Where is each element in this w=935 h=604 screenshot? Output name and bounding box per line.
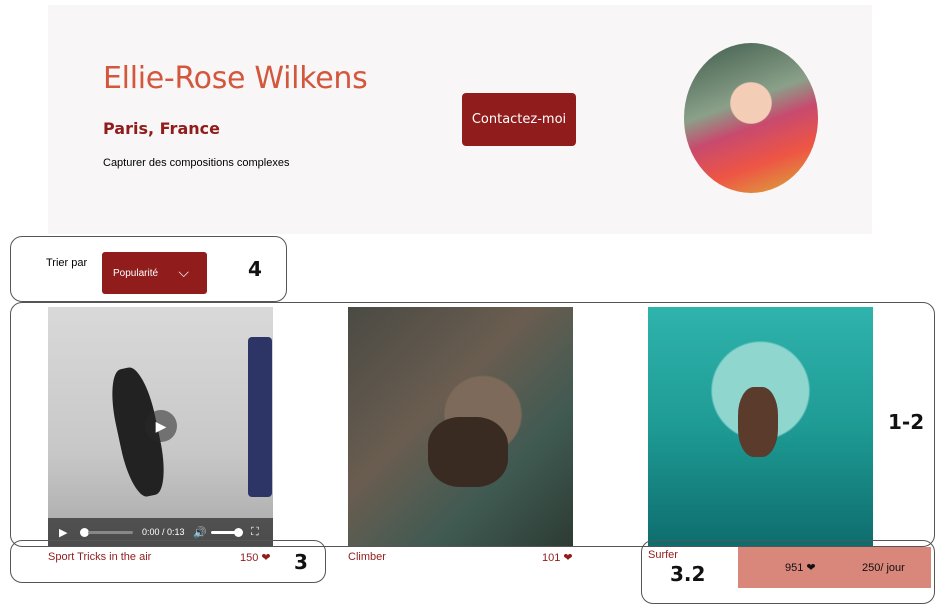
surfer-figure xyxy=(738,387,778,457)
likes-price-summary: 951 ❤ 250/ jour xyxy=(738,547,931,588)
annotation-label-caption: 3 xyxy=(294,550,308,574)
media-photo-climber[interactable] xyxy=(348,307,573,546)
photographer-location: Paris, France xyxy=(103,119,220,138)
volume-knob[interactable] xyxy=(234,527,243,537)
volume-icon[interactable]: 🔊 xyxy=(193,526,207,539)
contact-button[interactable]: Contactez-moi xyxy=(462,93,576,146)
mat xyxy=(248,337,272,497)
play-icon[interactable]: ▶ xyxy=(59,526,67,539)
play-icon[interactable]: ▶ xyxy=(145,410,177,442)
photographer-tagline: Capturer des compositions complexes xyxy=(103,157,290,169)
annotation-label-sort: 4 xyxy=(248,257,262,281)
progress-track[interactable] xyxy=(88,530,133,534)
media-title: Sport Tricks in the air xyxy=(48,551,152,563)
daily-price: 250/ jour xyxy=(862,561,905,574)
sort-selected-value: Popularité xyxy=(113,267,159,279)
volume-track[interactable] xyxy=(211,530,236,534)
annotation-label-summary: 3.2 xyxy=(670,562,706,586)
media-likes[interactable]: 150 ❤ xyxy=(240,551,271,564)
media-title: Climber xyxy=(348,551,386,563)
avatar xyxy=(684,43,818,193)
media-photo-surfer[interactable] xyxy=(648,307,873,546)
sort-dropdown[interactable]: Popularité ⌵ xyxy=(102,252,207,294)
video-controls: ▶ 0:00 / 0:13 🔊 ⛶ xyxy=(48,518,273,546)
annotation-label-gallery: 1-2 xyxy=(888,410,925,434)
media-likes[interactable]: 101 ❤ xyxy=(542,551,573,564)
media-video-sport-tricks[interactable]: ▶ ▶ 0:00 / 0:13 🔊 ⛶ xyxy=(48,307,273,546)
media-title: Surfer xyxy=(648,549,678,561)
total-likes: 951 ❤ xyxy=(785,562,816,574)
sort-label: Trier par xyxy=(46,257,88,269)
climber-figure xyxy=(428,417,508,487)
chevron-down-icon: ⌵ xyxy=(178,264,189,280)
video-time: 0:00 / 0:13 xyxy=(142,527,185,537)
photographer-name: Ellie-Rose Wilkens xyxy=(103,61,368,96)
photographer-header: Ellie-Rose Wilkens Paris, France Capture… xyxy=(48,5,872,234)
fullscreen-icon[interactable]: ⛶ xyxy=(251,526,259,539)
